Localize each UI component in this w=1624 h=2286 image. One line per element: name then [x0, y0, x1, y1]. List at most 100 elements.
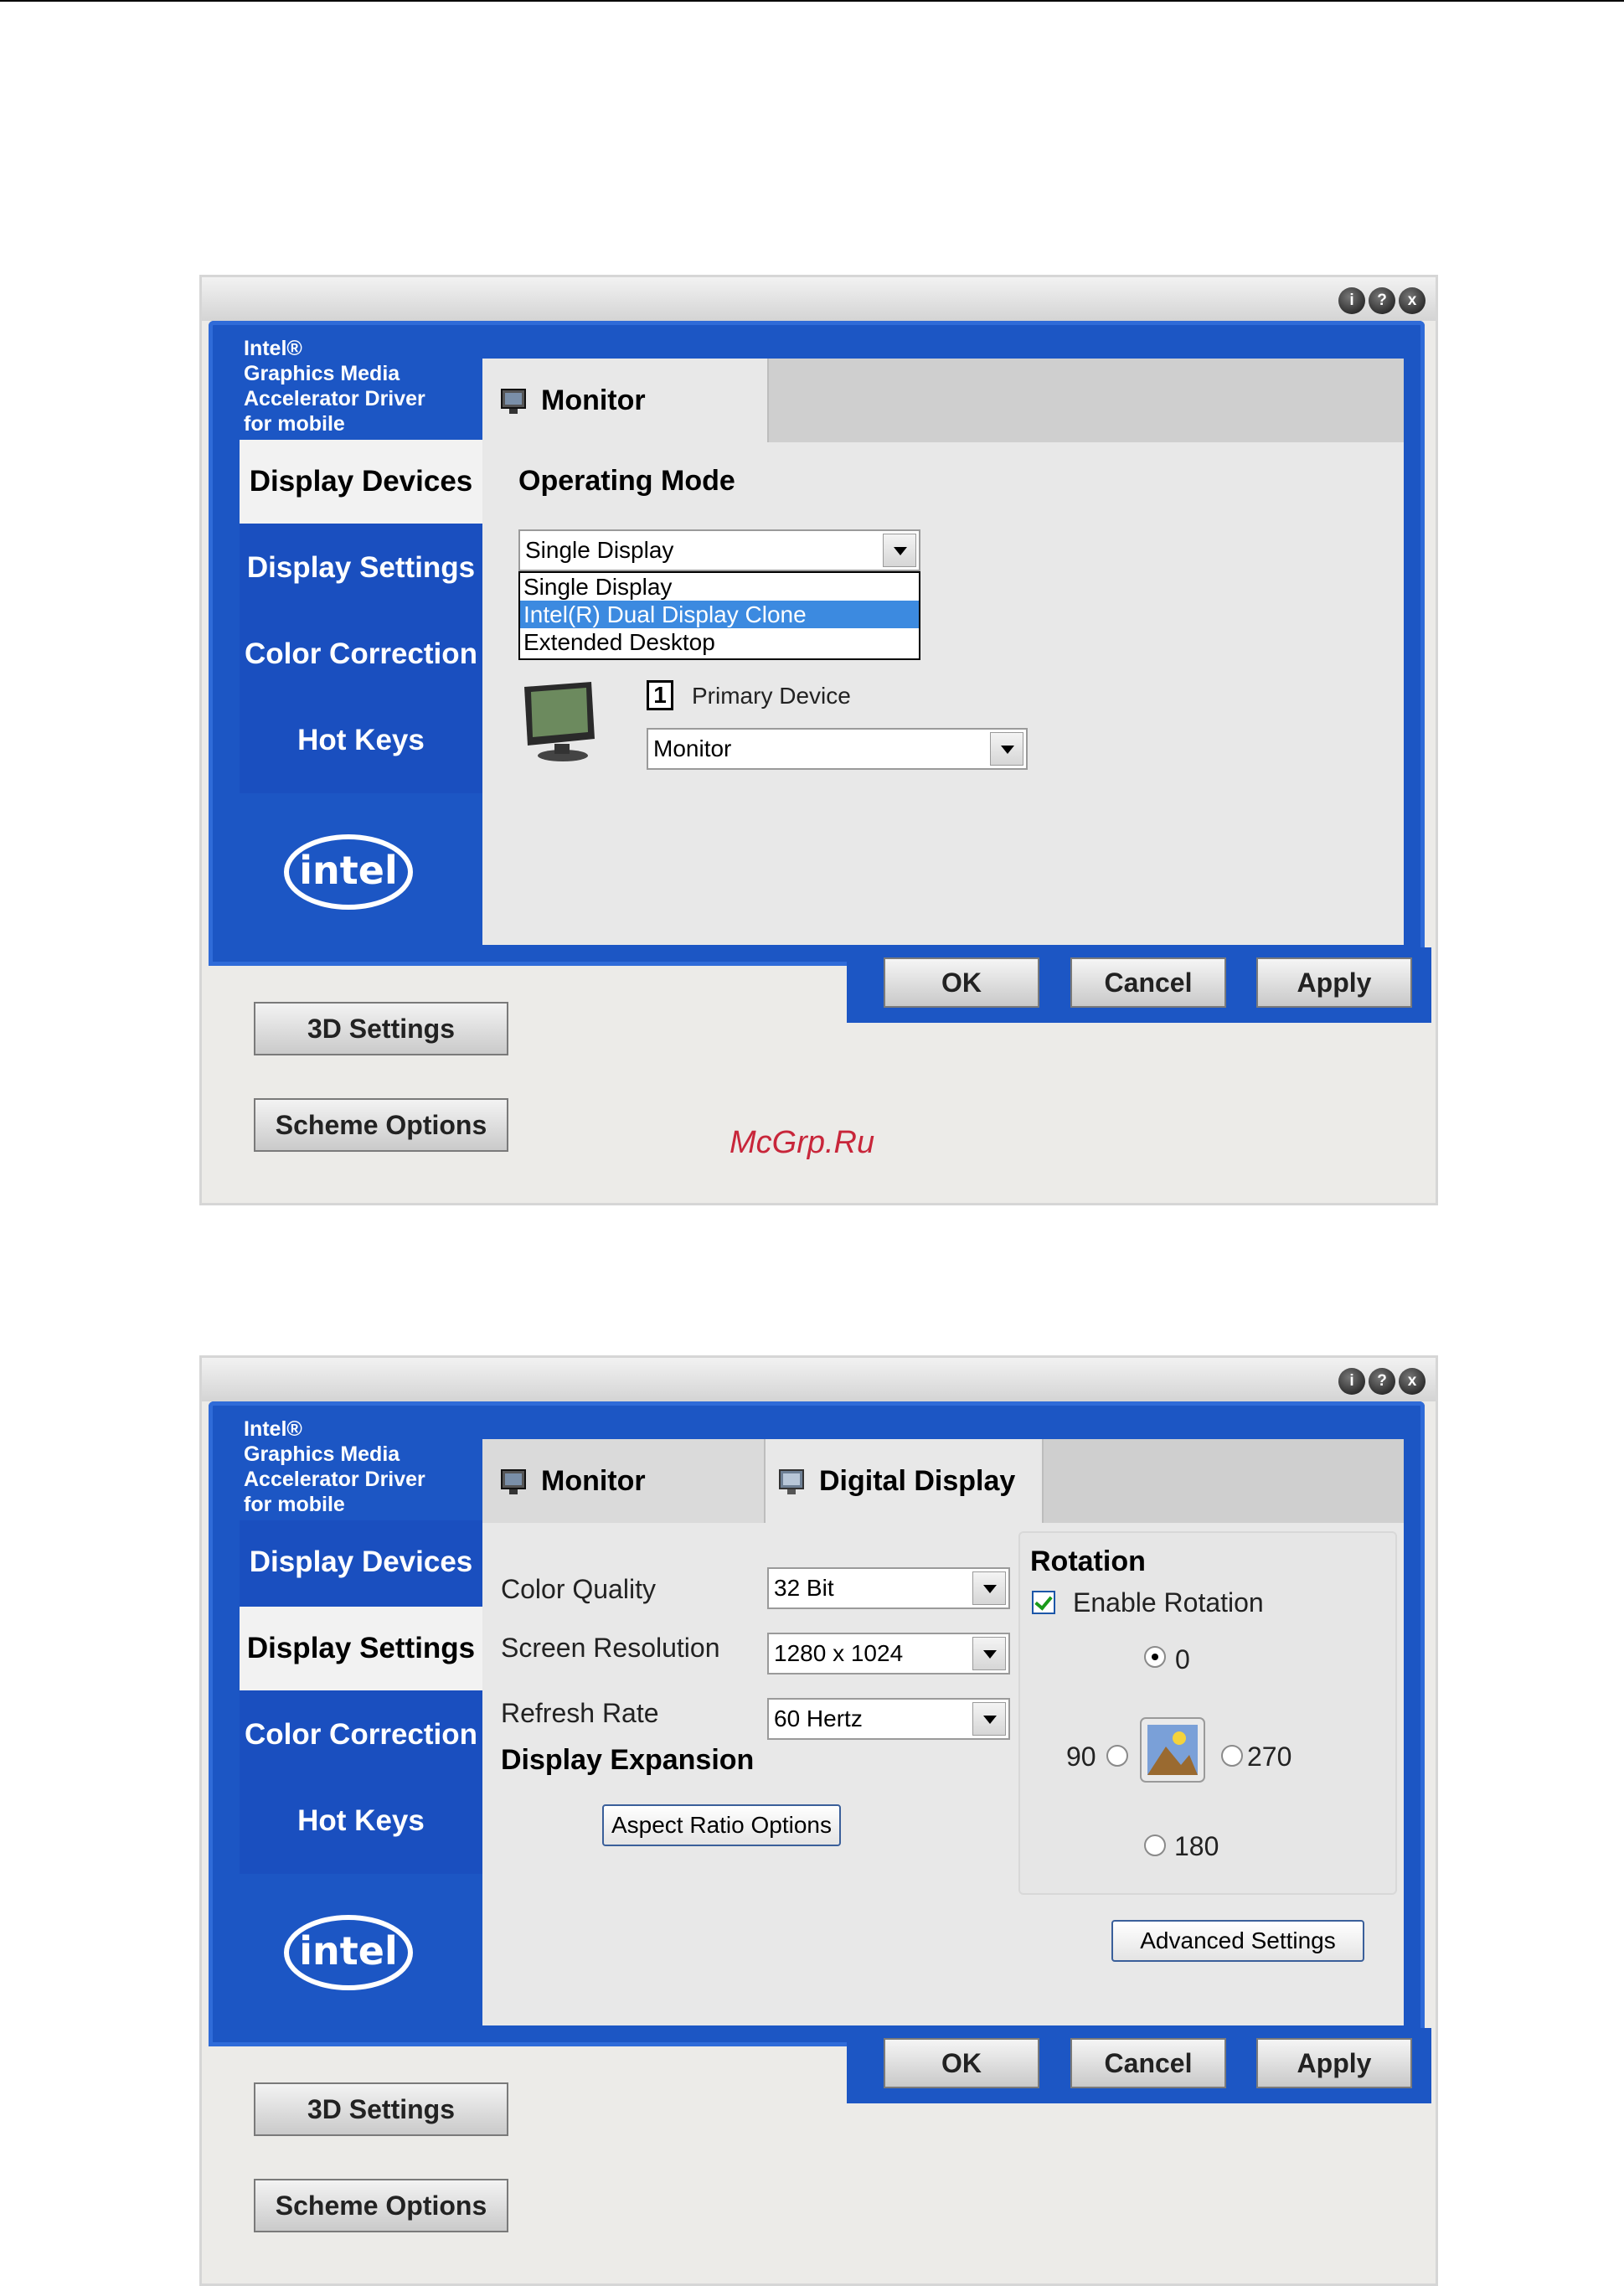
display-expansion-title: Display Expansion [501, 1744, 755, 1776]
screenshot-display-devices: i ? x Intel® Graphics Media Accelerator … [199, 275, 1438, 1205]
rotation-0-radio[interactable] [1144, 1646, 1166, 1668]
rotation-270-label: 270 [1247, 1742, 1292, 1772]
brand-line: Accelerator Driver [244, 387, 425, 410]
page-top-rule [0, 0, 1624, 2]
monitor-icon [501, 1469, 526, 1495]
svg-text:intel: intel [299, 848, 397, 893]
ok-button[interactable]: OK [884, 2038, 1039, 2088]
title-bar: i ? x [202, 277, 1436, 321]
refresh-rate-select[interactable]: 60 Hertz [767, 1698, 1010, 1740]
color-quality-select[interactable]: 32 Bit [767, 1567, 1010, 1609]
brand-line: Accelerator Driver [244, 1468, 425, 1491]
sidebar-item-hot-keys[interactable]: Hot Keys [240, 1779, 482, 1863]
scheme-options-button[interactable]: Scheme Options [254, 2179, 508, 2232]
monitor-device-icon [524, 682, 595, 761]
refresh-rate-label: Refresh Rate [501, 1698, 659, 1728]
select-value: 60 Hertz [774, 1705, 863, 1731]
intel-logo-icon: intel [284, 1915, 413, 1990]
primary-device-number: 1 [647, 680, 673, 710]
operating-mode-select[interactable]: Single Display [518, 529, 920, 571]
ok-button[interactable]: OK [884, 957, 1039, 1008]
rotation-90-radio[interactable] [1106, 1745, 1128, 1767]
sidebar-nav: Display Devices Display Settings Color C… [240, 1520, 482, 1874]
info-icon[interactable]: i [1338, 1368, 1365, 1395]
dropdown-option-extended[interactable]: Extended Desktop [520, 628, 919, 656]
dropdown-option-clone[interactable]: Intel(R) Dual Display Clone [520, 601, 919, 628]
sidebar-item-display-devices[interactable]: Display Devices [240, 440, 482, 524]
chevron-down-icon[interactable] [972, 1637, 1006, 1670]
tab-digital-display[interactable]: Digital Display [766, 1439, 1044, 1523]
dialog-button-bar: OK Cancel Apply [847, 947, 1431, 1023]
select-value: Single Display [525, 537, 674, 563]
product-brand: Intel® Graphics Media Accelerator Driver… [244, 1416, 425, 1517]
watermark-text: McGrp.Ru [730, 1125, 875, 1160]
chevron-down-icon[interactable] [883, 534, 916, 567]
content-panel: Monitor Digital Display Color Quality 32… [482, 1439, 1404, 2025]
screenshot-display-settings: i ? x Intel® Graphics Media Accelerator … [199, 1355, 1438, 2286]
rotation-180-label: 180 [1174, 1831, 1219, 1861]
brand-line: for mobile [244, 1493, 345, 1516]
sidebar-item-hot-keys[interactable]: Hot Keys [240, 699, 482, 782]
brand-line: Graphics Media [244, 1442, 400, 1466]
chevron-down-icon[interactable] [990, 732, 1023, 766]
cancel-button[interactable]: Cancel [1070, 2038, 1226, 2088]
apply-button[interactable]: Apply [1256, 2038, 1412, 2088]
primary-device-select[interactable]: Monitor [647, 728, 1028, 770]
help-icon[interactable]: ? [1369, 287, 1395, 314]
color-quality-label: Color Quality [501, 1574, 656, 1604]
tab-strip: Monitor Digital Display [482, 1439, 1404, 1523]
intel-logo-icon: intel [284, 834, 413, 910]
chevron-down-icon[interactable] [972, 1702, 1006, 1736]
rotation-180-radio[interactable] [1144, 1834, 1166, 1856]
rotation-90-label: 90 [1066, 1742, 1096, 1772]
rotation-270-radio[interactable] [1221, 1745, 1243, 1767]
sidebar-item-display-devices[interactable]: Display Devices [240, 1520, 482, 1604]
monitor-icon [501, 389, 526, 415]
rotation-preview-icon [1140, 1717, 1205, 1783]
operating-mode-title: Operating Mode [518, 465, 735, 497]
sidebar-item-color-correction[interactable]: Color Correction [240, 612, 482, 696]
close-icon[interactable]: x [1399, 287, 1426, 314]
rotation-title: Rotation [1030, 1546, 1146, 1577]
tab-monitor[interactable]: Monitor [482, 359, 769, 442]
content-panel: Monitor Operating Mode Single Display Si… [482, 359, 1404, 945]
tab-label: Monitor [541, 1465, 646, 1497]
brand-line: Intel® [244, 337, 302, 360]
brand-line: for mobile [244, 412, 345, 436]
help-icon[interactable]: ? [1369, 1368, 1395, 1395]
tab-monitor[interactable]: Monitor [482, 1439, 766, 1523]
dropdown-option-single[interactable]: Single Display [520, 573, 919, 601]
cancel-button[interactable]: Cancel [1070, 957, 1226, 1008]
enable-rotation-label: Enable Rotation [1073, 1587, 1264, 1618]
operating-mode-dropdown[interactable]: Single Display Intel(R) Dual Display Clo… [518, 571, 920, 660]
apply-button[interactable]: Apply [1256, 957, 1412, 1008]
close-icon[interactable]: x [1399, 1368, 1426, 1395]
sidebar-nav: Display Devices Display Settings Color C… [240, 440, 482, 793]
sidebar-item-color-correction[interactable]: Color Correction [240, 1693, 482, 1777]
product-brand: Intel® Graphics Media Accelerator Driver… [244, 336, 425, 436]
select-value: 1280 x 1024 [774, 1640, 904, 1666]
3d-settings-button[interactable]: 3D Settings [254, 2082, 508, 2136]
screen-resolution-label: Screen Resolution [501, 1633, 720, 1663]
select-value: Monitor [653, 735, 732, 761]
tab-strip: Monitor [482, 359, 1404, 442]
digital-display-icon [779, 1469, 804, 1495]
svg-text:intel: intel [299, 1928, 397, 1974]
select-value: 32 Bit [774, 1575, 834, 1601]
3d-settings-button[interactable]: 3D Settings [254, 1002, 508, 1055]
brand-line: Graphics Media [244, 362, 400, 385]
aspect-ratio-options-button[interactable]: Aspect Ratio Options [602, 1804, 841, 1846]
info-icon[interactable]: i [1338, 287, 1365, 314]
tab-label: Digital Display [819, 1465, 1016, 1497]
rotation-0-label: 0 [1175, 1644, 1190, 1675]
advanced-settings-button[interactable]: Advanced Settings [1111, 1920, 1364, 1962]
primary-device-label: Primary Device [692, 683, 851, 709]
sidebar-item-display-settings[interactable]: Display Settings [240, 1607, 482, 1690]
scheme-options-button[interactable]: Scheme Options [254, 1098, 508, 1152]
sidebar-item-display-settings[interactable]: Display Settings [240, 526, 482, 610]
enable-rotation-checkbox[interactable] [1032, 1591, 1055, 1614]
chevron-down-icon[interactable] [972, 1571, 1006, 1605]
screen-resolution-select[interactable]: 1280 x 1024 [767, 1633, 1010, 1675]
brand-line: Intel® [244, 1417, 302, 1441]
tab-label: Monitor [541, 384, 646, 416]
